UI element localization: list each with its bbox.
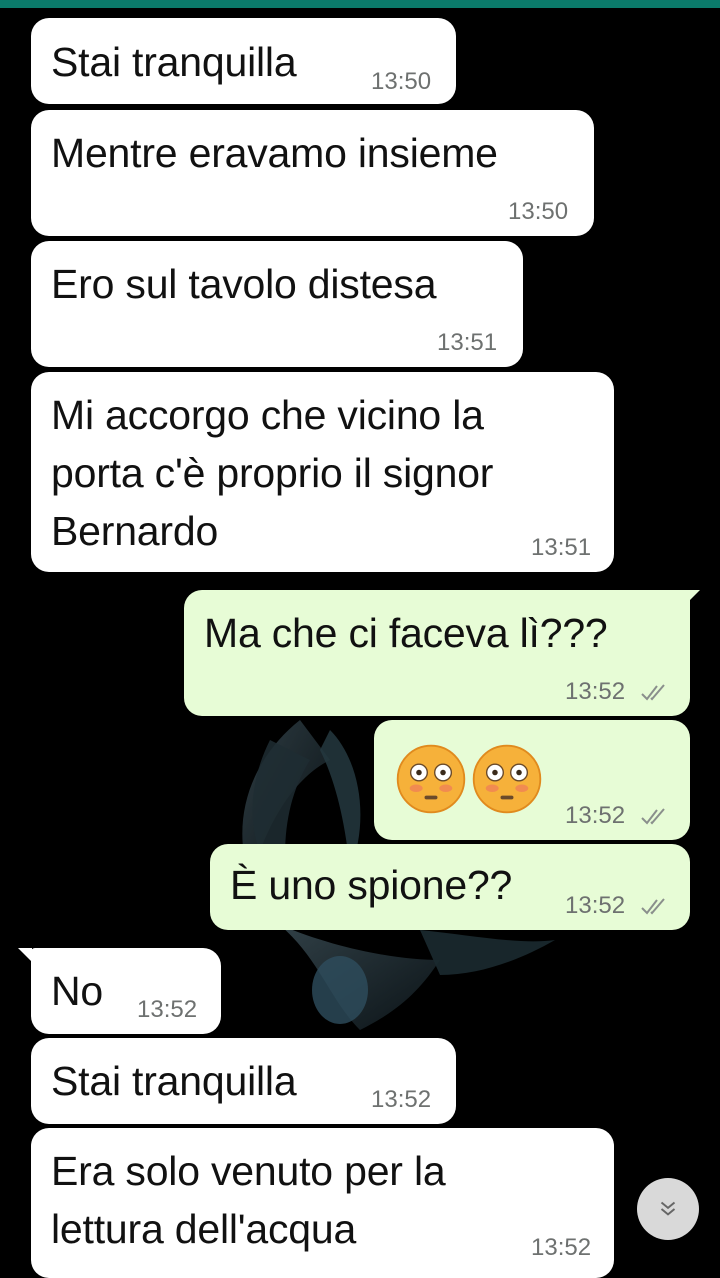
double-check-icon (641, 898, 665, 915)
message-tail-outgoing (686, 590, 700, 604)
chat-message-incoming[interactable]: Ero sul tavolo distesa 13:51 (31, 241, 523, 367)
chat-message-outgoing-emoji[interactable]: 😳😳 13:52 (374, 720, 690, 840)
message-timestamp: 13:52 (565, 802, 626, 829)
message-timestamp: 13:51 (437, 329, 498, 356)
message-text: Stai tranquilla (51, 1058, 297, 1104)
scroll-to-bottom-button[interactable] (637, 1178, 699, 1240)
message-text: Stai tranquilla (51, 39, 297, 85)
message-timestamp: 13:51 (531, 534, 592, 561)
message-timestamp: 13:52 (531, 1234, 592, 1261)
chat-message-outgoing[interactable]: È uno spione?? 13:52 (210, 844, 690, 930)
message-text: Ero sul tavolo distesa (51, 261, 437, 307)
message-text: Mi accorgo che vicino la porta c'è propr… (51, 392, 494, 554)
chat-message-incoming[interactable]: Mi accorgo che vicino la porta c'è propr… (31, 372, 614, 572)
message-timestamp: 13:52 (137, 996, 198, 1023)
chat-message-incoming[interactable]: No 13:52 (31, 948, 221, 1034)
message-timestamp: 13:50 (508, 198, 569, 225)
chat-message-incoming[interactable]: Era solo venuto per la lettura dell'acqu… (31, 1128, 614, 1278)
message-text: Era solo venuto per la lettura dell'acqu… (51, 1148, 446, 1252)
double-check-icon (641, 684, 665, 701)
message-text: Mentre eravamo insieme (51, 130, 498, 176)
flushed-face-emoji-icon (472, 744, 542, 814)
chat-message-incoming[interactable]: Stai tranquilla 13:50 (31, 18, 456, 104)
flushed-face-emoji-icon (396, 744, 466, 814)
chat-message-incoming[interactable]: Mentre eravamo insieme 13:50 (31, 110, 594, 236)
double-check-icon (641, 808, 665, 825)
message-timestamp: 13:52 (565, 892, 626, 919)
message-timestamp: 13:50 (371, 68, 432, 95)
chat-message-incoming[interactable]: Stai tranquilla 13:52 (31, 1038, 456, 1124)
message-timestamp: 13:52 (371, 1086, 432, 1113)
message-text: Ma che ci faceva lì??? (204, 610, 608, 656)
message-text: No (51, 968, 104, 1014)
message-timestamp: 13:52 (565, 678, 626, 705)
chat-message-outgoing[interactable]: Ma che ci faceva lì??? 13:52 (184, 590, 690, 716)
double-chevron-down-icon (660, 1201, 676, 1216)
message-text: È uno spione?? (230, 862, 513, 908)
message-tail-incoming (18, 948, 32, 962)
